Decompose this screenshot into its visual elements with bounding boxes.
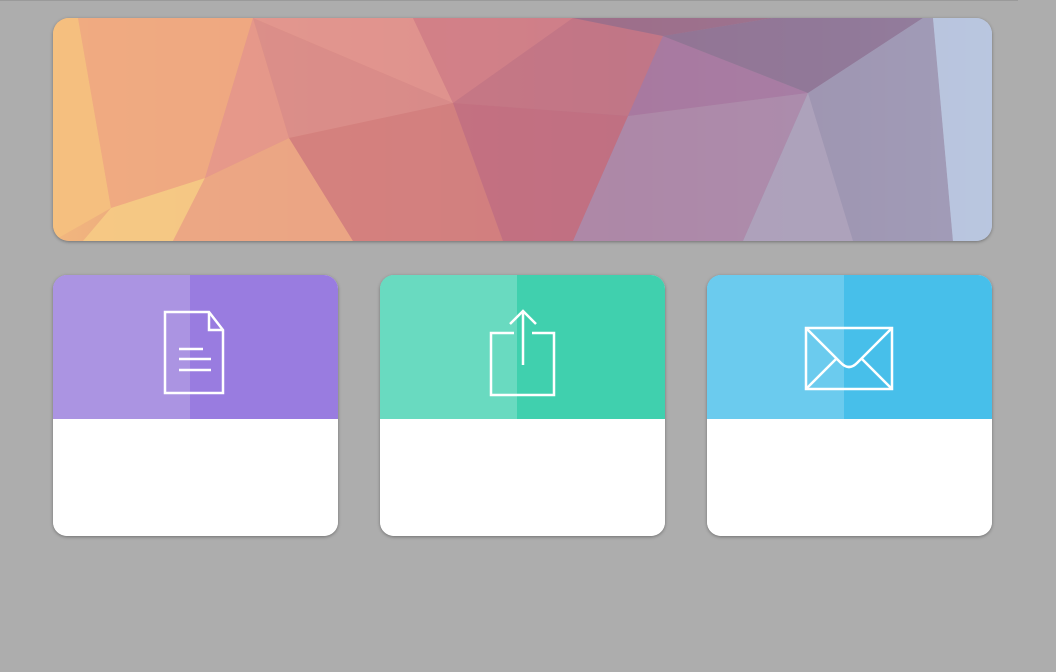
- document-card[interactable]: [53, 275, 338, 536]
- share-icon: [489, 309, 555, 397]
- mail-icon: [804, 326, 893, 391]
- low-poly-banner-image: [53, 18, 992, 241]
- share-card-body: [380, 419, 665, 536]
- mail-card-body: [707, 419, 992, 536]
- document-card-header: [53, 275, 338, 419]
- mail-card-header: [707, 275, 992, 419]
- document-card-body: [53, 419, 338, 536]
- mail-card[interactable]: [707, 275, 992, 536]
- share-card-header: [380, 275, 665, 419]
- document-icon: [163, 310, 224, 395]
- top-divider: [0, 0, 1018, 1]
- hero-banner: [53, 18, 992, 241]
- share-card[interactable]: [380, 275, 665, 536]
